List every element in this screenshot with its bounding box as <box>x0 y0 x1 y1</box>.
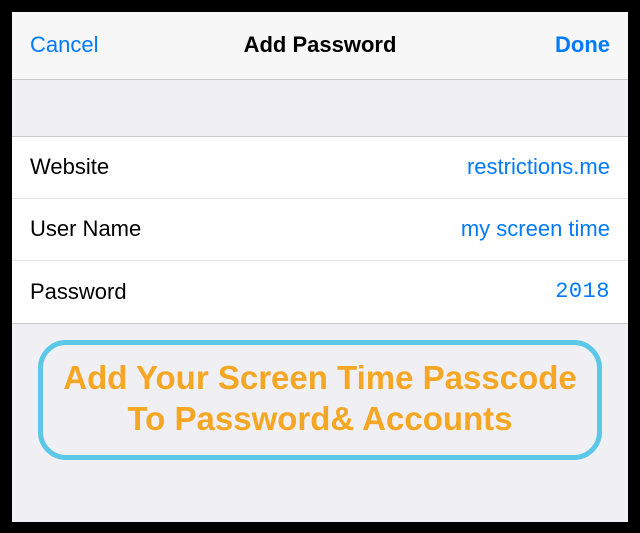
password-row: Password <box>12 261 628 323</box>
callout-container: Add Your Screen Time Passcode To Passwor… <box>12 324 628 522</box>
annotation-callout: Add Your Screen Time Passcode To Passwor… <box>38 340 602 461</box>
username-row: User Name <box>12 199 628 261</box>
section-spacer <box>12 80 628 136</box>
add-password-screen: Cancel Add Password Done Website User Na… <box>12 12 628 522</box>
password-input[interactable] <box>332 279 610 304</box>
page-title: Add Password <box>110 32 530 58</box>
password-label: Password <box>30 279 127 305</box>
navbar: Cancel Add Password Done <box>12 12 628 80</box>
website-input[interactable] <box>322 154 610 180</box>
website-row: Website <box>12 137 628 199</box>
username-input[interactable] <box>322 216 610 242</box>
cancel-button[interactable]: Cancel <box>30 32 110 58</box>
form-list: Website User Name Password <box>12 136 628 324</box>
website-label: Website <box>30 154 109 180</box>
annotation-text: Add Your Screen Time Passcode To Passwor… <box>63 357 577 440</box>
username-label: User Name <box>30 216 141 242</box>
done-button[interactable]: Done <box>530 32 610 58</box>
